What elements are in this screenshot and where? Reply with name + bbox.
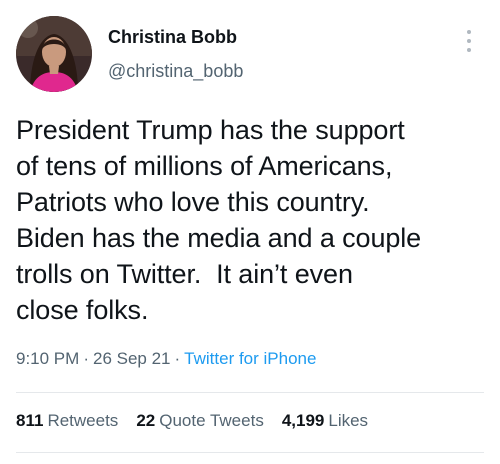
tweet-time[interactable]: 9:10 PM xyxy=(16,349,79,368)
avatar[interactable] xyxy=(16,16,92,92)
likes-count: 4,199 xyxy=(281,411,325,430)
likes-label: Likes xyxy=(328,411,369,430)
divider xyxy=(16,452,484,453)
display-name[interactable]: Christina Bobb xyxy=(108,27,237,48)
quote-tweets-stat[interactable]: 22 Quote Tweets xyxy=(136,411,264,431)
more-dot xyxy=(467,48,471,52)
quote-tweets-count: 22 xyxy=(136,411,156,430)
retweets-count: 811 xyxy=(16,411,44,430)
user-handle[interactable]: @christina_bobb xyxy=(108,61,243,82)
tweet-card: Christina Bobb @christina_bobb President… xyxy=(0,0,500,464)
quote-tweets-label: Quote Tweets xyxy=(159,411,264,430)
profile-photo-icon xyxy=(16,16,92,92)
retweets-stat[interactable]: 811 Retweets xyxy=(16,411,118,431)
more-dot xyxy=(467,30,471,34)
retweets-label: Retweets xyxy=(47,411,119,430)
divider xyxy=(16,392,484,393)
likes-stat[interactable]: 4,199 Likes xyxy=(282,411,368,431)
tweet-meta: 9:10 PM · 26 Sep 21 · Twitter for iPhone xyxy=(16,349,316,369)
tweet-text: President Trump has the support of tens … xyxy=(16,115,422,325)
meta-separator: · xyxy=(174,349,181,368)
meta-separator: · xyxy=(83,349,89,368)
more-dot xyxy=(467,39,471,43)
more-vertical-icon[interactable] xyxy=(461,28,477,54)
engagement-stats: 811 Retweets 22 Quote Tweets 4,199 Likes xyxy=(16,411,368,431)
tweet-date[interactable]: 26 Sep 21 xyxy=(93,349,171,368)
tweet-source-link[interactable]: Twitter for iPhone xyxy=(184,349,316,368)
